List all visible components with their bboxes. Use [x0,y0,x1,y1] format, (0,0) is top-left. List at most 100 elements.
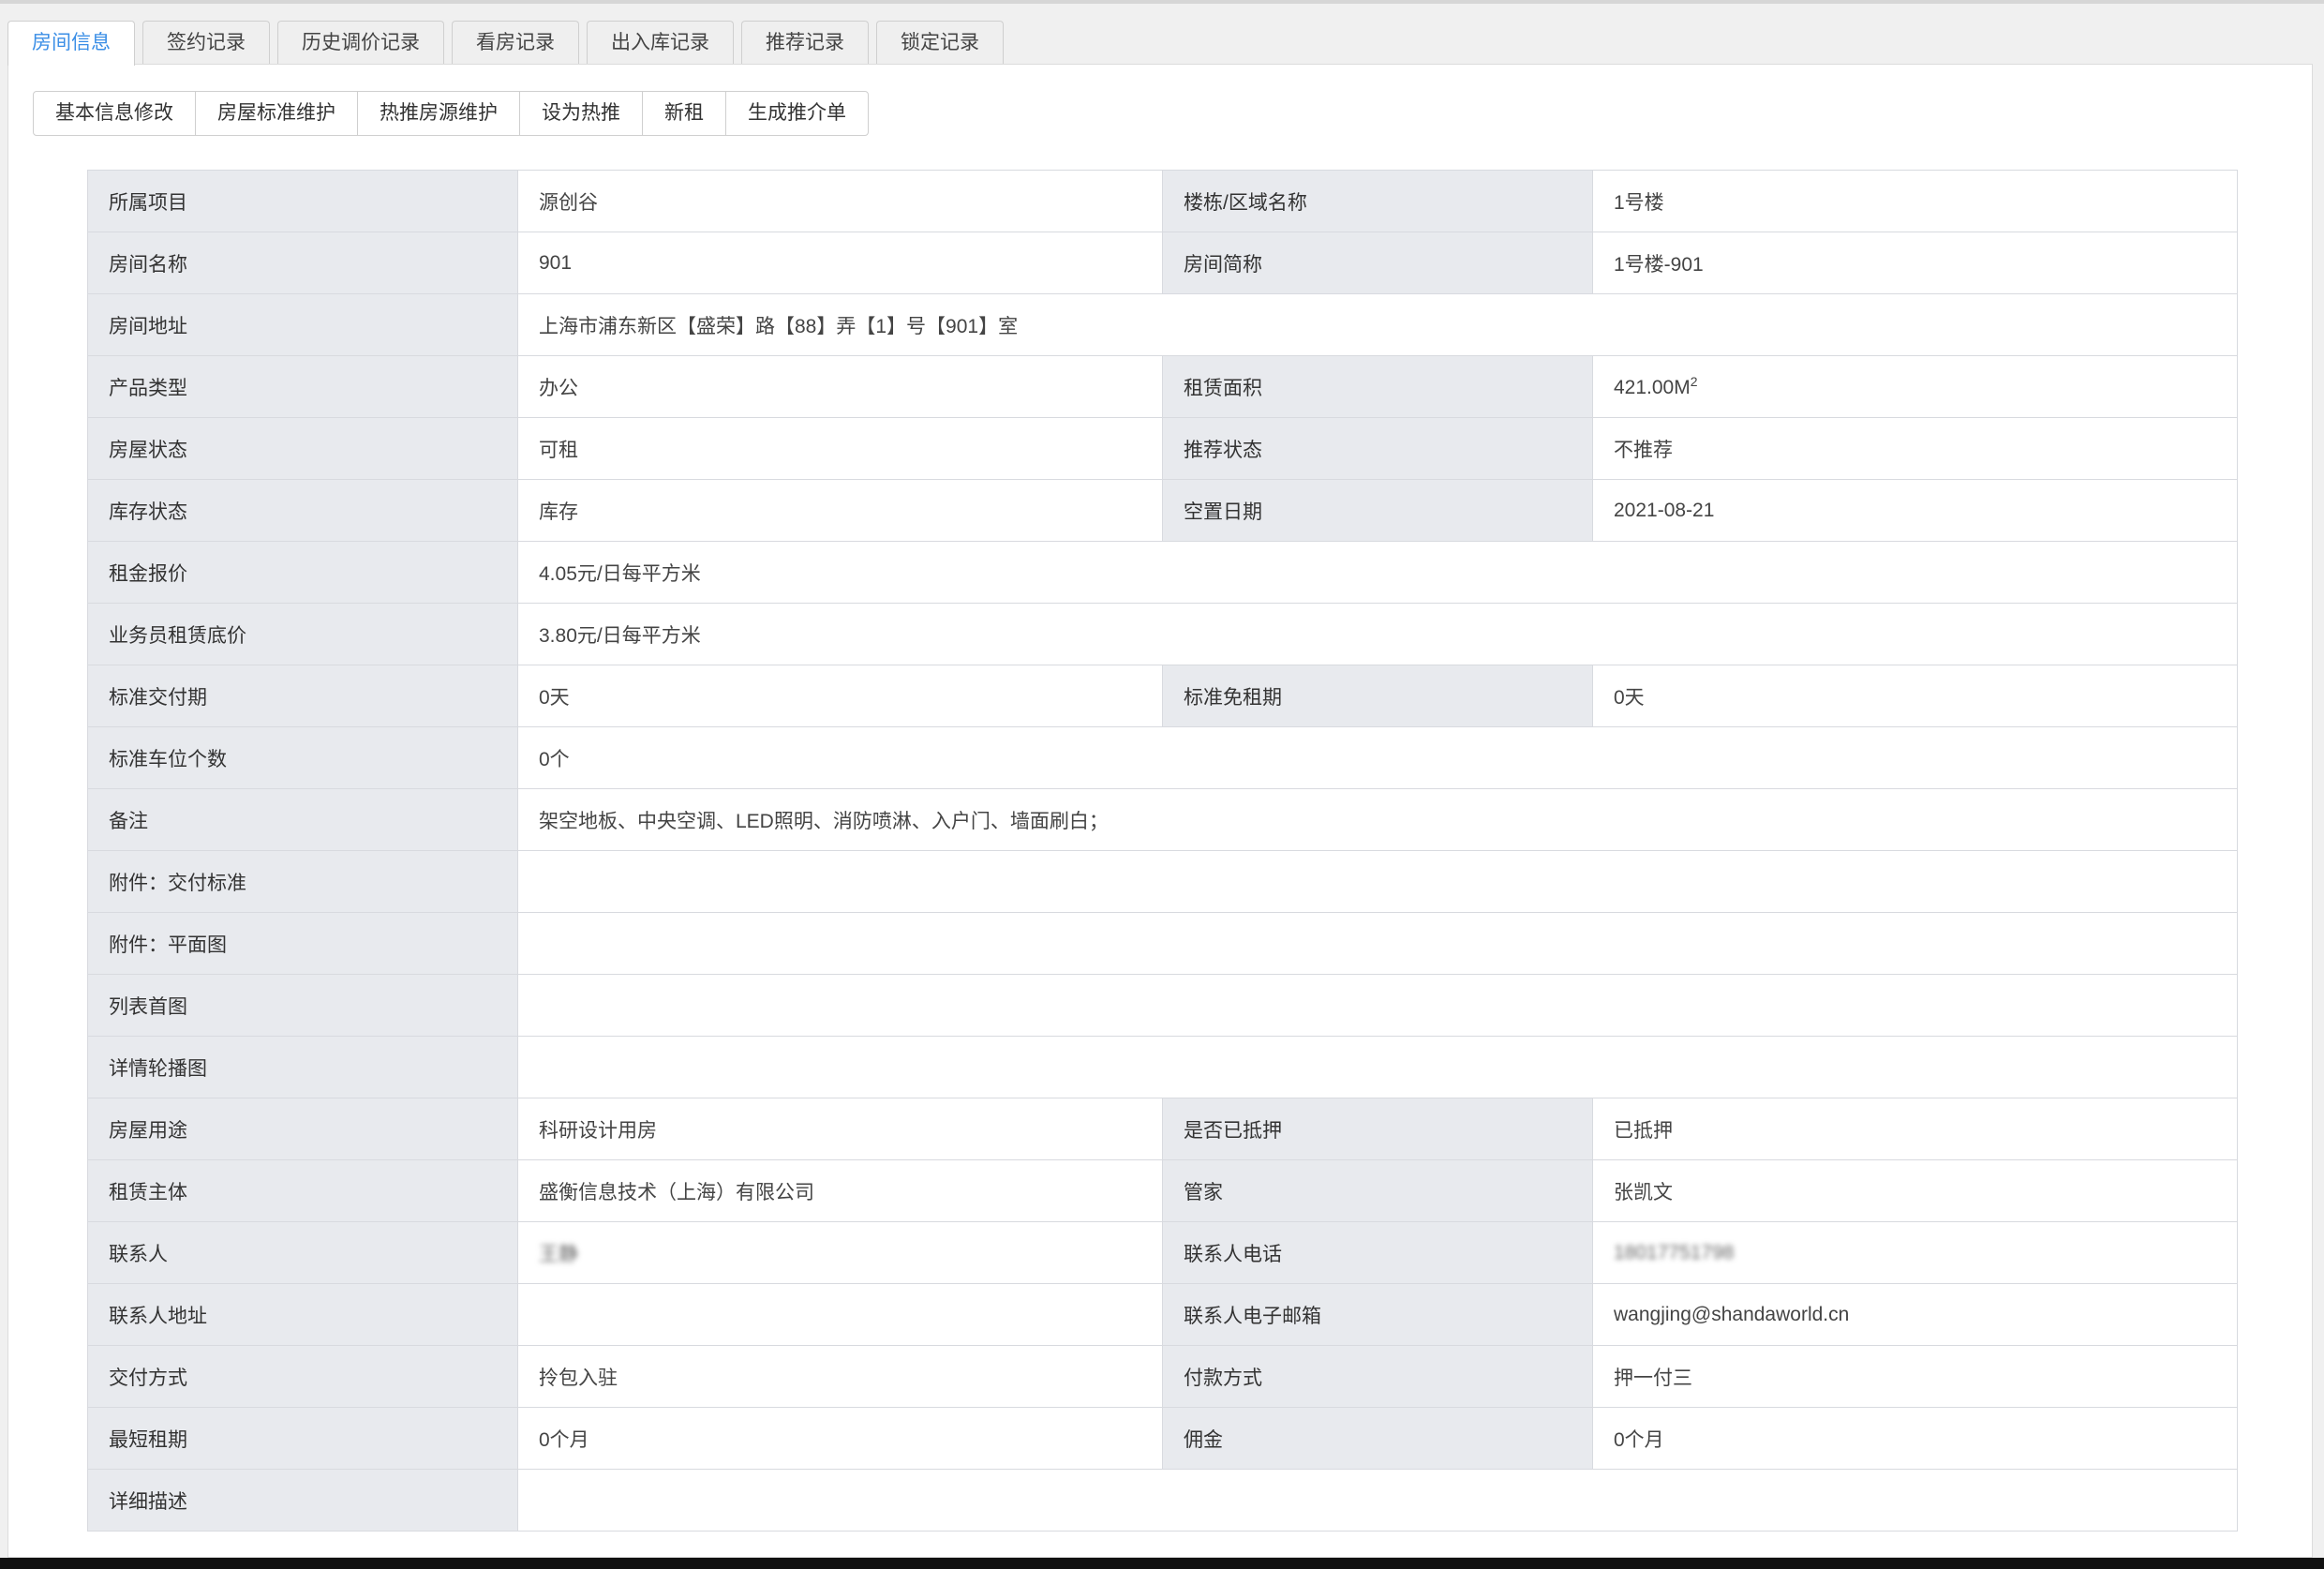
table-row: 产品类型 办公 租赁面积 421.00M2 [87,355,2238,418]
field-label: 房间地址 [87,293,518,356]
field-label: 管家 [1162,1159,1593,1222]
field-label: 列表首图 [87,974,518,1037]
field-label: 交付方式 [87,1345,518,1408]
area-value: 421.00M2 [1592,355,2238,418]
detail-desc-value [517,1469,2238,1532]
field-label: 租赁主体 [87,1159,518,1222]
mortgaged-value: 已抵押 [1592,1098,2238,1160]
lessor-value: 盛衡信息技术（上海）有限公司 [517,1159,1163,1222]
vacant-date-value: 2021-08-21 [1592,479,2238,542]
stock-status-value: 库存 [517,479,1163,542]
list-image-value [517,974,2238,1037]
contact-address-value [517,1283,1163,1346]
contact-email-value: wangjing@shandaworld.cn [1592,1283,2238,1346]
tab-lock-records[interactable]: 锁定记录 [876,21,1004,64]
tab-price-history[interactable]: 历史调价记录 [277,21,444,64]
commission-value: 0个月 [1592,1407,2238,1470]
free-period-value: 0天 [1592,665,2238,727]
field-label: 房屋用途 [87,1098,518,1160]
house-standard-maintain-button[interactable]: 房屋标准维护 [196,92,358,135]
delivery-method-value: 拎包入驻 [517,1345,1163,1408]
tab-bar: 房间信息 签约记录 历史调价记录 看房记录 出入库记录 推荐记录 锁定记录 [7,21,1004,66]
house-status-value: 可租 [517,417,1163,480]
attach-standard-value [517,850,2238,913]
field-label: 空置日期 [1162,479,1593,542]
field-label: 房屋状态 [87,417,518,480]
rent-price-value: 4.05元/日每平方米 [517,541,2238,604]
field-label: 标准免租期 [1162,665,1593,727]
table-row: 详情轮播图 [87,1036,2238,1098]
table-row: 交付方式 拎包入驻 付款方式 押一付三 [87,1345,2238,1408]
contact-phone-value: 18017751798 [1592,1221,2238,1284]
field-label: 库存状态 [87,479,518,542]
field-label: 佣金 [1162,1407,1593,1470]
tab-viewing-records[interactable]: 看房记录 [452,21,579,64]
area-number: 421.00M [1614,377,1691,398]
table-row: 列表首图 [87,974,2238,1037]
basic-info-edit-button[interactable]: 基本信息修改 [34,92,196,135]
table-row: 详细描述 [87,1469,2238,1532]
field-label: 标准交付期 [87,665,518,727]
contact-phone-blurred: 18017751798 [1614,1241,1735,1263]
field-label: 产品类型 [87,355,518,418]
project-value: 源创谷 [517,170,1163,232]
table-row: 附件：交付标准 [87,850,2238,913]
field-label: 最短租期 [87,1407,518,1470]
building-value: 1号楼 [1592,170,2238,232]
field-label: 详情轮播图 [87,1036,518,1098]
field-label: 房间名称 [87,232,518,294]
table-row: 附件：平面图 [87,912,2238,975]
table-row: 业务员租赁底价 3.80元/日每平方米 [87,603,2238,665]
table-row: 房屋状态 可租 推荐状态 不推荐 [87,417,2238,480]
room-info-table: 所属项目 源创谷 楼栋/区域名称 1号楼 房间名称 901 房间简称 1号楼-9… [87,170,2238,1532]
room-info-panel: 基本信息修改 房屋标准维护 热推房源维护 设为热推 新租 生成推介单 所属项目 … [7,64,2313,1558]
floor-price-value: 3.80元/日每平方米 [517,603,2238,665]
table-row: 备注 架空地板、中央空调、LED照明、消防喷淋、入户门、墙面刷白； [87,788,2238,851]
table-row: 最短租期 0个月 佣金 0个月 [87,1407,2238,1470]
area-unit-exponent: 2 [1690,374,1698,389]
payment-method-value: 押一付三 [1592,1345,2238,1408]
field-label: 是否已抵押 [1162,1098,1593,1160]
product-type-value: 办公 [517,355,1163,418]
table-row: 租赁主体 盛衡信息技术（上海）有限公司 管家 张凯文 [87,1159,2238,1222]
field-label: 租金报价 [87,541,518,604]
bottom-edge [0,1558,2324,1569]
field-label: 标准车位个数 [87,726,518,789]
new-rent-button[interactable]: 新租 [643,92,726,135]
table-row: 联系人 王静 联系人电话 18017751798 [87,1221,2238,1284]
action-toolbar: 基本信息修改 房屋标准维护 热推房源维护 设为热推 新租 生成推介单 [33,91,869,136]
tab-contract-records[interactable]: 签约记录 [142,21,270,64]
tab-recommend-records[interactable]: 推荐记录 [741,21,869,64]
table-row: 租金报价 4.05元/日每平方米 [87,541,2238,604]
usage-value: 科研设计用房 [517,1098,1163,1160]
address-value: 上海市浦东新区【盛荣】路【88】弄【1】号【901】室 [517,293,2238,356]
field-label: 房间简称 [1162,232,1593,294]
generate-sheet-button[interactable]: 生成推介单 [726,92,868,135]
field-label: 租赁面积 [1162,355,1593,418]
table-row: 房间地址 上海市浦东新区【盛荣】路【88】弄【1】号【901】室 [87,293,2238,356]
min-term-value: 0个月 [517,1407,1163,1470]
hot-listing-maintain-button[interactable]: 热推房源维护 [358,92,520,135]
contact-value: 王静 [517,1221,1163,1284]
set-hot-button[interactable]: 设为热推 [520,92,643,135]
field-label: 推荐状态 [1162,417,1593,480]
table-row: 标准交付期 0天 标准免租期 0天 [87,665,2238,727]
table-row: 所属项目 源创谷 楼栋/区域名称 1号楼 [87,170,2238,232]
table-row: 房屋用途 科研设计用房 是否已抵押 已抵押 [87,1098,2238,1160]
field-label: 联系人 [87,1221,518,1284]
room-short-value: 1号楼-901 [1592,232,2238,294]
table-row: 库存状态 库存 空置日期 2021-08-21 [87,479,2238,542]
attach-plan-value [517,912,2238,975]
table-row: 标准车位个数 0个 [87,726,2238,789]
recommend-status-value: 不推荐 [1592,417,2238,480]
field-label: 备注 [87,788,518,851]
field-label: 联系人电话 [1162,1221,1593,1284]
tab-room-info[interactable]: 房间信息 [7,21,135,66]
top-border [0,0,2324,4]
table-row: 联系人地址 联系人电子邮箱 wangjing@shandaworld.cn [87,1283,2238,1346]
room-name-value: 901 [517,232,1163,294]
manager-value: 张凯文 [1592,1159,2238,1222]
delivery-period-value: 0天 [517,665,1163,727]
field-label: 附件：交付标准 [87,850,518,913]
tab-stock-records[interactable]: 出入库记录 [587,21,734,64]
